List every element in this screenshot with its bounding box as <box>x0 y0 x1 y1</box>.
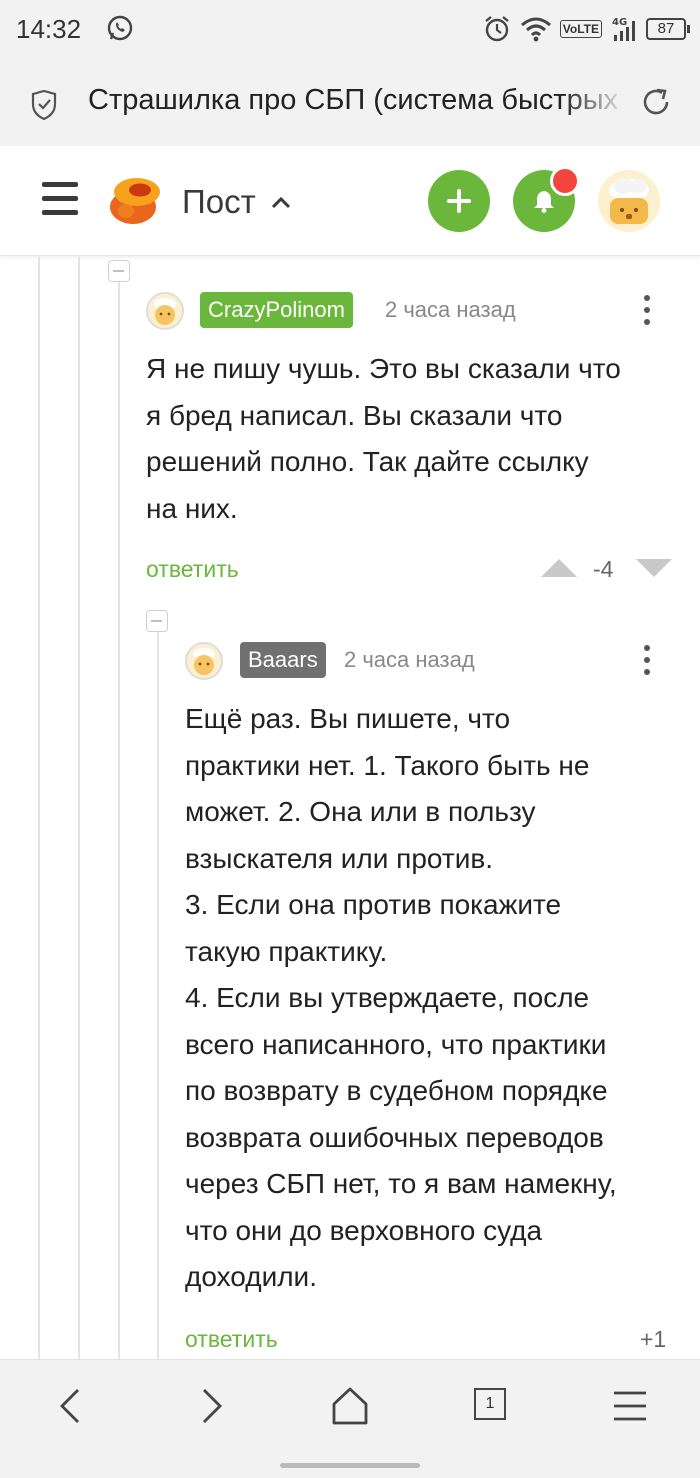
pikabu-logo-icon[interactable] <box>106 174 162 228</box>
menu-icon[interactable] <box>608 1384 652 1428</box>
reload-icon[interactable] <box>640 86 672 118</box>
downvote-icon[interactable] <box>636 559 672 577</box>
upvote-icon[interactable] <box>541 559 577 577</box>
collapse-thread-button[interactable] <box>146 610 168 632</box>
status-time: 14:32 <box>16 14 82 44</box>
comment-username[interactable]: Baaars <box>240 642 326 678</box>
thread-line <box>118 282 120 1359</box>
avatar-image <box>154 298 176 325</box>
alarm-icon <box>485 16 509 42</box>
comment-avatar[interactable] <box>185 642 223 680</box>
shield-icon[interactable] <box>30 90 58 120</box>
menu-icon[interactable] <box>42 182 78 218</box>
tabs-icon[interactable]: 1 <box>474 1388 506 1420</box>
section-selector[interactable]: Пост <box>182 182 292 222</box>
page-title-in-address-bar[interactable]: Страшилка про СБП (система быстрых плате… <box>88 84 628 124</box>
home-indicator <box>280 1463 420 1468</box>
browser-bottom-nav: 1 <box>0 1359 700 1478</box>
wifi-icon <box>520 17 551 42</box>
notification-badge <box>550 166 580 196</box>
status-bar: 14:32 VoLTE 4G 87 <box>0 0 700 62</box>
more-options-icon[interactable] <box>643 295 651 329</box>
app-header: Пост <box>0 146 700 256</box>
comment-text: Ещё раз. Вы пишете, что практики нет. 1.… <box>185 703 617 1292</box>
back-icon[interactable] <box>50 1384 94 1428</box>
thread-line <box>78 257 80 1359</box>
forward-icon[interactable] <box>188 1384 232 1428</box>
comment-score: +1 <box>640 1326 667 1352</box>
svg-text:4G: 4G <box>612 17 627 28</box>
comment-timestamp[interactable]: 2 часа назад <box>385 292 516 328</box>
comment-username[interactable]: CrazyPolinom <box>200 292 353 328</box>
browser-address-bar: Страшилка про СБП (система быстрых плате… <box>0 62 700 146</box>
home-icon[interactable] <box>328 1384 372 1428</box>
comment-text: Я не пишу чушь. Это вы сказали что я бре… <box>146 353 621 524</box>
comment-score: -4 <box>593 556 614 582</box>
avatar-image <box>193 648 215 675</box>
section-title: Пост <box>182 183 256 220</box>
whatsapp-icon <box>107 15 133 41</box>
battery-icon: 87 <box>646 18 690 40</box>
chevron-up-icon <box>271 196 290 209</box>
thread-line <box>38 257 40 1359</box>
comment-timestamp[interactable]: 2 часа назад <box>344 642 475 678</box>
signal-icon: 4G <box>612 17 635 41</box>
avatar-image <box>609 178 649 224</box>
user-avatar[interactable] <box>598 170 660 232</box>
comment-avatar[interactable] <box>146 292 184 330</box>
status-icons: VoLTE 4G 87 <box>482 14 690 44</box>
more-options-icon[interactable] <box>643 645 651 679</box>
reply-link[interactable]: ответить <box>185 1326 278 1353</box>
reply-link[interactable]: ответить <box>146 556 239 583</box>
bell-icon <box>534 191 554 213</box>
volte-badge: VoLTE <box>559 20 602 38</box>
add-post-button[interactable] <box>428 170 490 232</box>
thread-line <box>157 632 159 1359</box>
collapse-thread-button[interactable] <box>108 260 130 282</box>
